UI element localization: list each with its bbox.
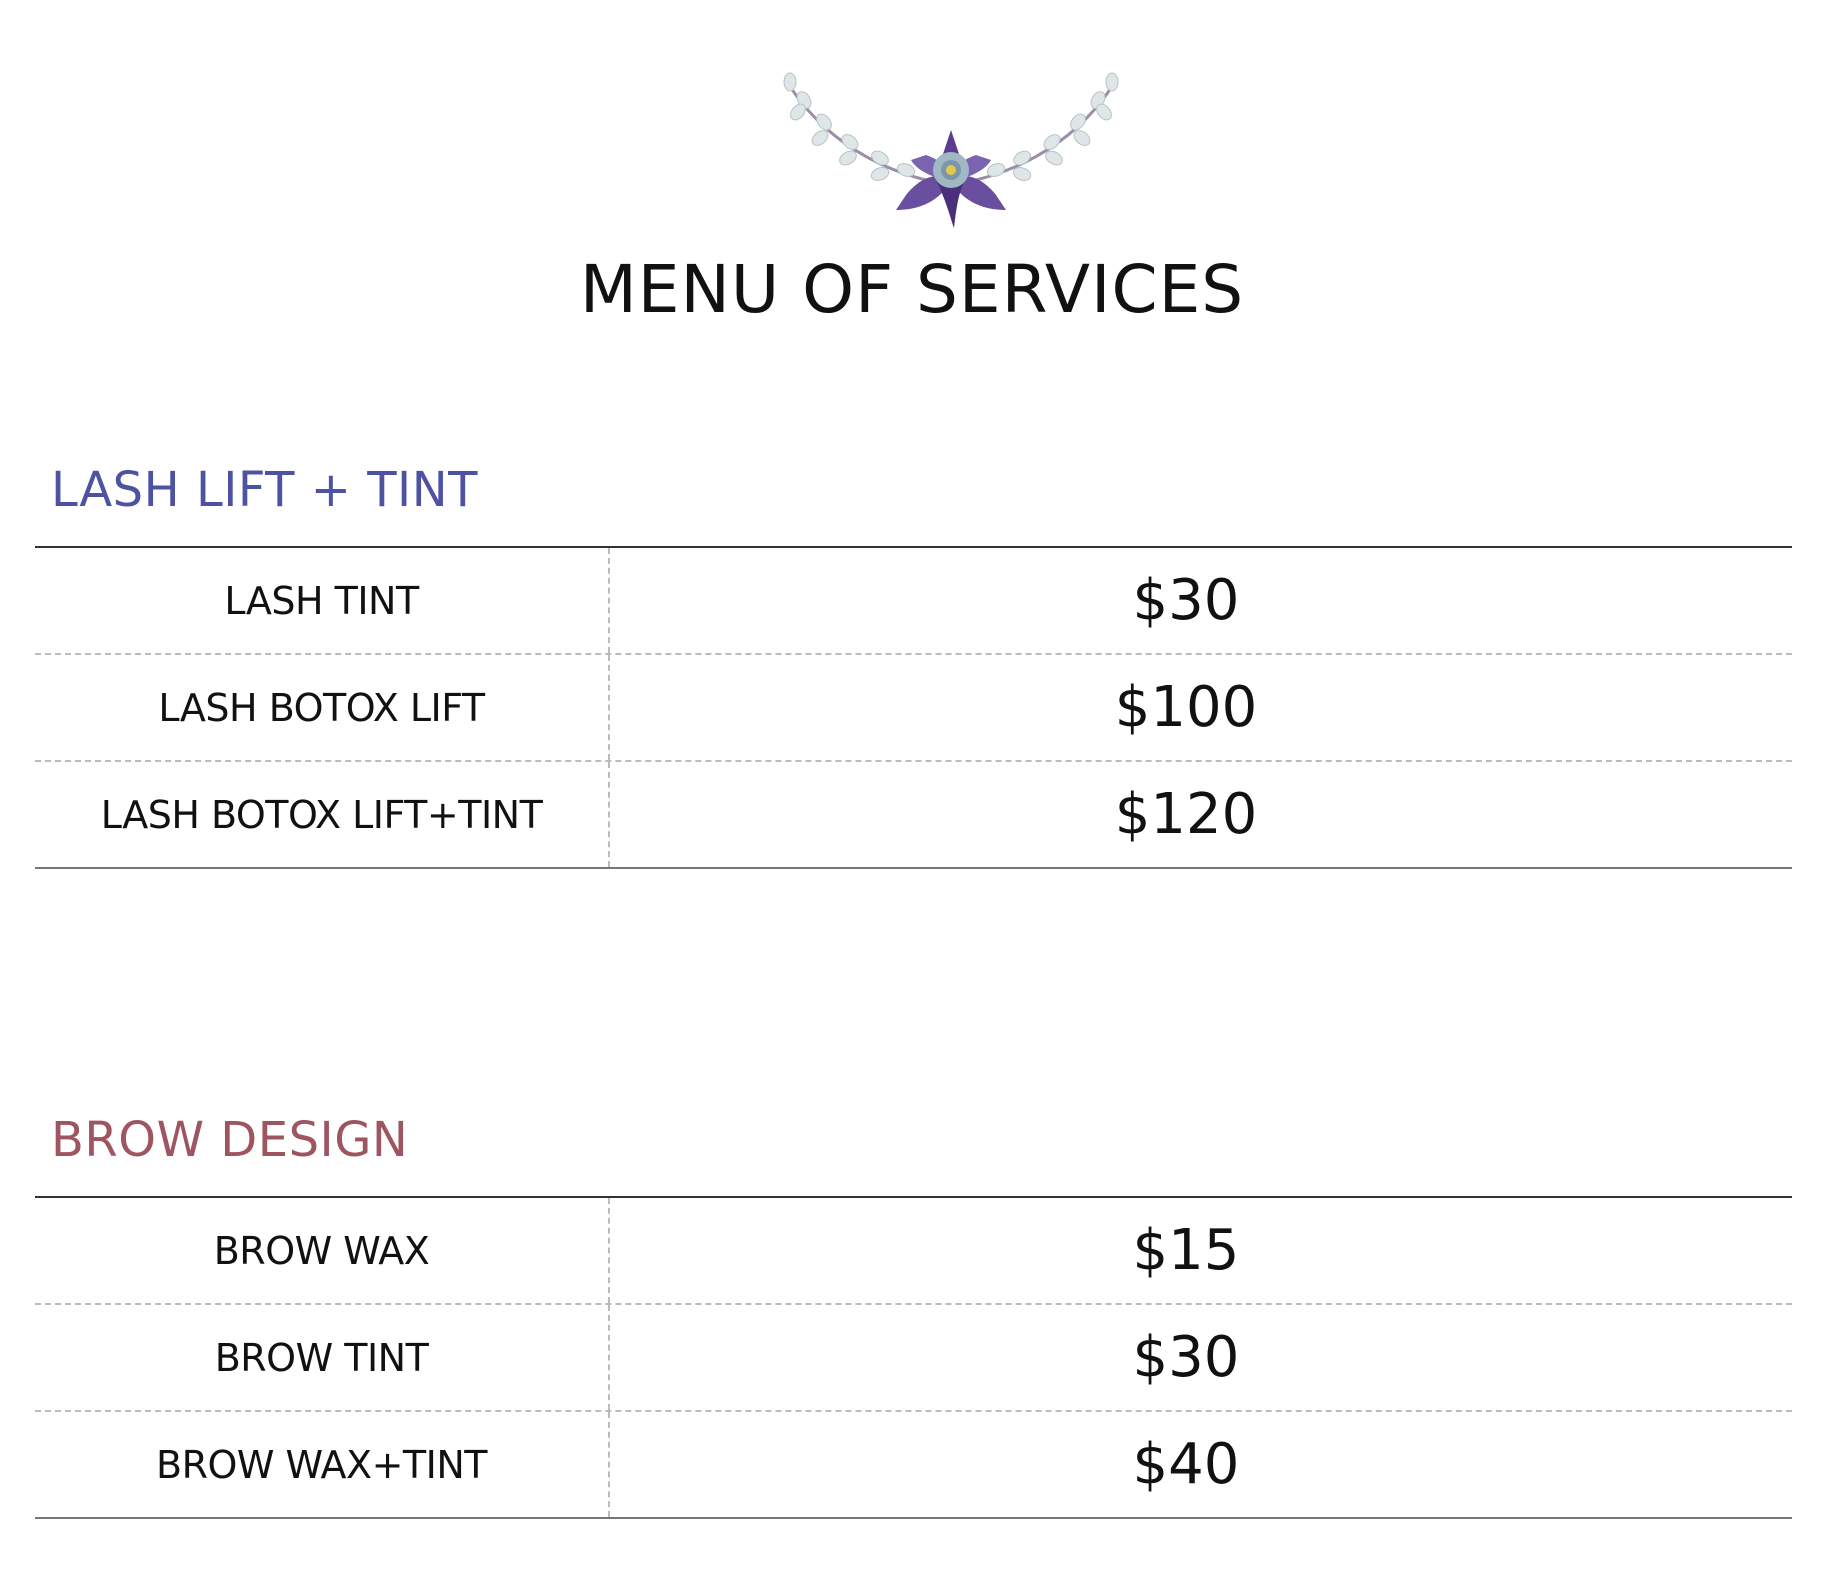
service-name: LASH BOTOX LIFT+TINT xyxy=(35,762,610,867)
service-table: BROW WAX $15 BROW TINT $30 BROW WAX+TINT… xyxy=(35,1196,1792,1519)
service-price: $120 xyxy=(1114,782,1258,847)
service-name: BROW WAX+TINT xyxy=(35,1412,610,1517)
section-heading: BROW DESIGN xyxy=(51,1112,409,1168)
floral-wreath-icon xyxy=(783,72,1119,228)
section-heading: LASH LIFT + TINT xyxy=(51,462,478,518)
service-price: $100 xyxy=(1114,675,1258,740)
table-row: LASH TINT $30 xyxy=(35,548,1792,655)
page-title: MENU OF SERVICES xyxy=(579,251,1245,328)
table-row: LASH BOTOX LIFT $100 xyxy=(35,655,1792,762)
table-row: BROW WAX $15 xyxy=(35,1198,1792,1305)
service-table: LASH TINT $30 LASH BOTOX LIFT $100 LASH … xyxy=(35,546,1792,869)
service-name: BROW TINT xyxy=(35,1305,610,1410)
table-row: LASH BOTOX LIFT+TINT $120 xyxy=(35,762,1792,867)
service-price: $40 xyxy=(1132,1432,1240,1497)
table-row: BROW TINT $30 xyxy=(35,1305,1792,1412)
service-price: $15 xyxy=(1132,1218,1240,1283)
service-name: LASH BOTOX LIFT xyxy=(35,655,610,760)
service-price: $30 xyxy=(1132,568,1240,633)
service-name: BROW WAX xyxy=(35,1198,610,1303)
table-row: BROW WAX+TINT $40 xyxy=(35,1412,1792,1517)
service-price: $30 xyxy=(1132,1325,1240,1390)
service-name: LASH TINT xyxy=(35,548,610,653)
